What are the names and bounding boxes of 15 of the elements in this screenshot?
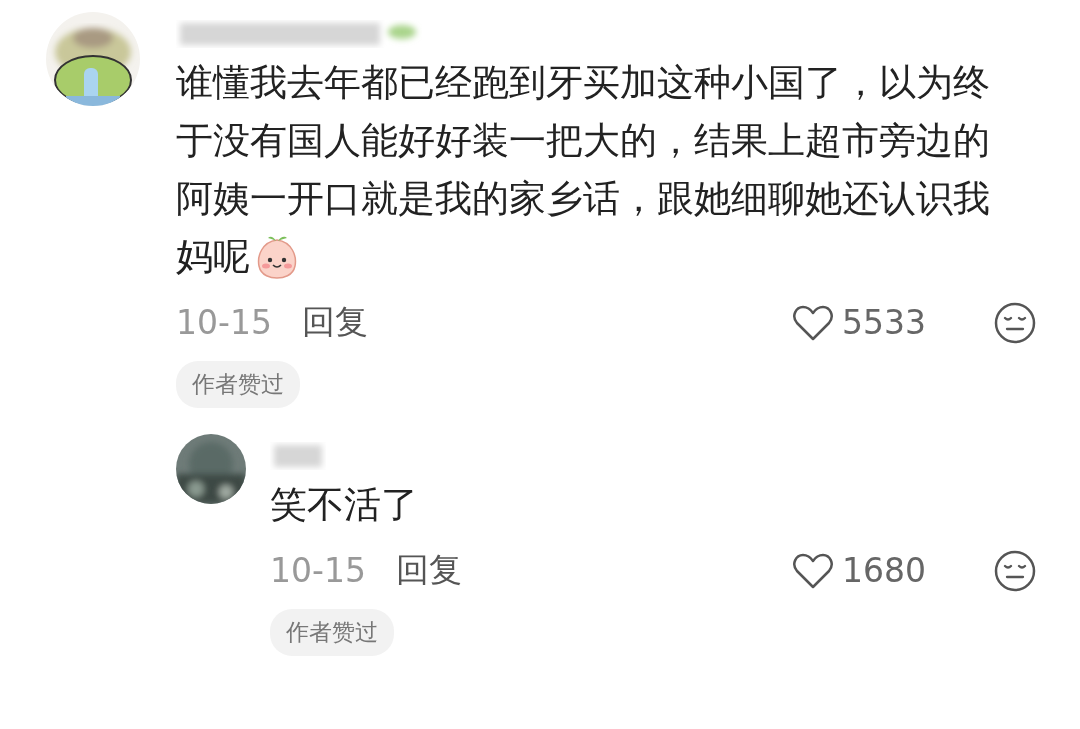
comment-date: 10-15 [176, 303, 272, 342]
comment-text: 笑不活了 [270, 483, 418, 526]
comment-date: 10-15 [270, 551, 366, 590]
reply-link[interactable]: 回复 [301, 300, 368, 345]
heart-icon[interactable] [792, 551, 834, 590]
author-liked-badge: 作者赞过 [270, 609, 394, 656]
expressionless-face-icon[interactable] [994, 301, 1036, 344]
like-count: 5533 [842, 303, 926, 342]
author-liked-badge: 作者赞过 [176, 361, 300, 408]
comment-text: 谁懂我去年都已经跑到牙买加这种小国了，以为终于没有国人能好好装一把大的，结果上超市旁边的阿姨一开口就是我的家乡话，跟她细聊她还认识我 [176, 61, 990, 220]
expressionless-face-icon[interactable] [994, 549, 1036, 592]
reply-link[interactable]: 回复 [395, 548, 462, 593]
heart-icon[interactable] [792, 303, 834, 342]
comment-text: 妈呢 [176, 234, 250, 280]
like-count: 1680 [842, 551, 926, 590]
